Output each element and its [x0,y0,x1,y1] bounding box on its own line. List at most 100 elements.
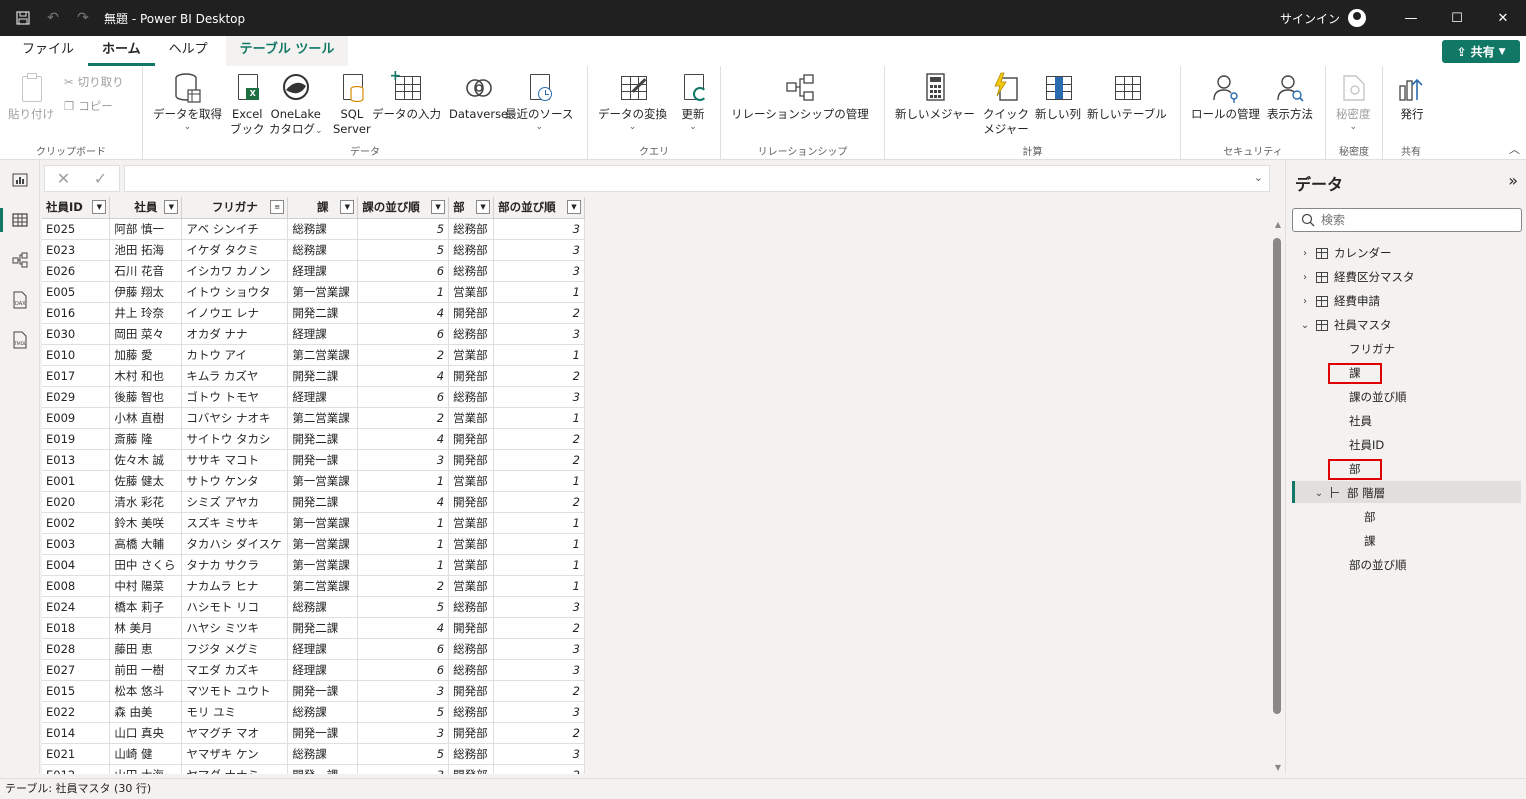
table-cell[interactable]: 総務部 [448,701,495,723]
table-view-icon[interactable] [0,200,40,240]
table-cell[interactable]: E008 [42,575,111,597]
table-cell[interactable]: アベ シンイチ [181,218,289,240]
filter-dropdown-icon[interactable]: ▼ [476,200,491,214]
table-cell[interactable]: 営業部 [448,512,495,534]
table-cell[interactable]: タカハシ ダイスケ [181,533,289,555]
collapse-ribbon-icon[interactable]: ︿ [1509,141,1520,157]
table-cell[interactable]: 開発部 [448,764,495,774]
table-cell[interactable]: 総務部 [448,596,495,618]
table-cell[interactable]: 木村 和也 [109,365,183,387]
table-cell[interactable]: ヤマグチ マオ [181,722,289,744]
share-button[interactable]: ⇪ 共有 ▼ [1442,40,1520,63]
search-input[interactable] [1321,213,1501,227]
table-cell[interactable]: 2 [493,491,585,513]
close-button[interactable]: ✕ [1480,0,1526,36]
table-cell[interactable]: 総務部 [448,659,495,681]
sort-filter-icon[interactable]: ≡ [270,200,285,214]
table-cell[interactable]: 営業部 [448,344,495,366]
table-cell[interactable]: E019 [42,428,111,450]
field-item[interactable]: 課の並び順 [1349,386,1407,408]
table-cell[interactable]: E026 [42,260,111,282]
table-cell[interactable]: 1 [493,344,585,366]
table-cell[interactable]: E028 [42,638,111,660]
table-cell[interactable]: 高橋 大輔 [109,533,183,555]
table-cell[interactable]: 中村 陽菜 [109,575,183,597]
column-header[interactable]: 課 ▼ [287,197,359,219]
report-view-icon[interactable] [0,160,40,200]
table-cell[interactable]: タナカ サクラ [181,554,289,576]
table-cell[interactable]: 6 [357,386,450,408]
table-cell[interactable]: オカダ ナナ [181,323,289,345]
signin-link[interactable]: サインイン [1280,10,1340,27]
table-cell[interactable]: 1 [493,554,585,576]
table-cell[interactable]: 森 由美 [109,701,183,723]
table-cell[interactable]: 1 [357,512,450,534]
recent-sources-button[interactable]: 最近のソース ⌄ [505,72,573,132]
table-cell[interactable]: 5 [357,239,450,261]
table-cell[interactable]: 第一営業課 [287,470,359,492]
filter-dropdown-icon[interactable]: ▼ [567,200,581,214]
table-cell[interactable]: E022 [42,701,111,723]
table-cell[interactable]: 3 [493,638,585,660]
table-cell[interactable]: 開発部 [448,617,495,639]
table-cell[interactable]: イノウエ レナ [181,302,289,324]
tmdl-view-icon[interactable]: TMDL [0,320,40,360]
table-cell[interactable]: 第二営業課 [287,575,359,597]
field-item[interactable]: 部の並び順 [1349,554,1407,576]
table-cell[interactable]: 5 [357,596,450,618]
refresh-button[interactable]: 更新 ⌄ [678,72,708,132]
table-cell[interactable]: 松本 悠斗 [109,680,183,702]
table-cell[interactable]: 6 [357,638,450,660]
table-cell[interactable]: 総務部 [448,743,495,765]
table-cell[interactable]: イシカワ カノン [181,260,289,282]
table-cell[interactable]: 3 [493,701,585,723]
table-cell[interactable]: 3 [493,596,585,618]
table-cell[interactable]: 開発二課 [287,617,359,639]
hierarchy-level[interactable]: 課 [1364,530,1376,552]
column-header[interactable]: 部 ▼ [448,197,495,219]
save-icon[interactable] [8,0,38,36]
table-cell[interactable]: 小林 直樹 [109,407,183,429]
table-cell[interactable]: スズキ ミサキ [181,512,289,534]
publish-button[interactable]: 発行 [1397,72,1427,122]
table-cell[interactable]: 3 [493,386,585,408]
table-cell[interactable]: 2 [357,344,450,366]
table-cell[interactable]: ハヤシ ミツキ [181,617,289,639]
dataverse-button[interactable]: Dataverse [449,72,508,122]
table-cell[interactable]: 斎藤 隆 [109,428,183,450]
table-cell[interactable]: 6 [357,260,450,282]
scroll-up-icon[interactable]: ▲ [1271,220,1285,229]
table-cell[interactable]: 4 [357,428,450,450]
new-column-button[interactable]: 新しい列 [1035,72,1081,122]
sensitivity-button[interactable]: 秘密度 ⌄ [1336,72,1371,132]
table-cell[interactable]: 総務課 [287,701,359,723]
table-cell[interactable]: 経理課 [287,260,359,282]
table-cell[interactable]: 営業部 [448,575,495,597]
table-cell[interactable]: 開発二課 [287,491,359,513]
tab-file[interactable]: ファイル [8,36,88,66]
table-cell[interactable]: 山田 大海 [109,764,183,774]
table-cell[interactable]: イケダ タクミ [181,239,289,261]
table-cell[interactable]: 2 [357,407,450,429]
table-cell[interactable]: 総務部 [448,239,495,261]
table-cell[interactable]: 1 [493,281,585,303]
table-cell[interactable]: E021 [42,743,111,765]
chevron-right-icon[interactable]: › [1300,296,1310,307]
manage-roles-button[interactable]: ロールの管理 [1191,72,1260,122]
collapse-pane-icon[interactable]: » [1508,171,1518,190]
chevron-right-icon[interactable]: › [1300,272,1310,283]
table-cell[interactable]: 営業部 [448,554,495,576]
table-cell[interactable]: 2 [493,449,585,471]
model-view-icon[interactable] [0,240,40,280]
table-cell[interactable]: サトウ ケンタ [181,470,289,492]
table-cell[interactable]: ゴトウ トモヤ [181,386,289,408]
table-cell[interactable]: E002 [42,512,111,534]
table-cell[interactable]: 2 [357,575,450,597]
table-cell[interactable]: 1 [357,533,450,555]
table-cell[interactable]: 経理課 [287,323,359,345]
cut-button[interactable]: ✂ 切り取り [64,74,124,90]
table-cell[interactable]: 井上 玲奈 [109,302,183,324]
table-cell[interactable]: E005 [42,281,111,303]
table-cell[interactable]: E020 [42,491,111,513]
table-cell[interactable]: 5 [357,743,450,765]
